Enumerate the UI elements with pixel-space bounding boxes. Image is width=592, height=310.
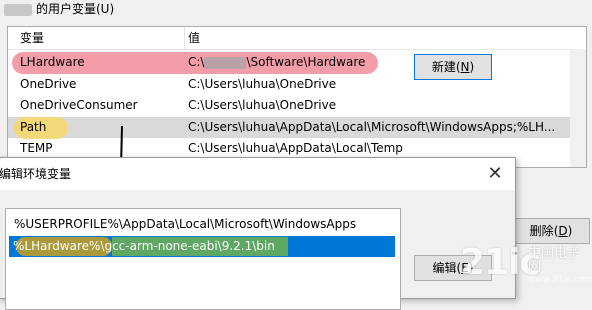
close-icon[interactable]: ✕ xyxy=(475,158,515,190)
variable-value: C:\Users\luhua\OneDrive xyxy=(188,98,337,112)
dialog-title: 编辑环境变量 xyxy=(0,167,72,181)
variable-name: OneDriveConsumer xyxy=(20,98,138,112)
path-entry[interactable]: %USERPROFILE%\AppData\Local\Microsoft\Wi… xyxy=(6,213,356,235)
watermark-subtitle: 中国电子网 xyxy=(528,246,581,275)
user-variables-list[interactable]: 变量 值 LHardware C:\ \Software\Hardware One… xyxy=(7,26,587,168)
vertical-scrollbar[interactable] xyxy=(570,49,586,167)
redacted-path xyxy=(204,56,247,69)
watermark-url: www.21ic.com xyxy=(528,275,592,285)
variable-name: OneDrive xyxy=(20,77,77,91)
variable-name: TEMP xyxy=(20,141,53,155)
list-item[interactable]: TEMP C:\Users\luhua\AppData\Local\Temp xyxy=(8,138,586,159)
column-header-variable[interactable]: 变量 xyxy=(20,30,44,46)
dialog-titlebar[interactable]: 编辑环境变量 ✕ xyxy=(0,158,515,190)
path-entry-input[interactable]: %LHardware%\gcc-arm-none-eabi\9.2.1\bin xyxy=(13,237,275,256)
new-button[interactable]: 新建(N) xyxy=(414,54,492,80)
list-item[interactable]: OneDriveConsumer C:\Users\luhua\OneDrive xyxy=(8,95,586,116)
variable-value: C:\Users\luhua\AppData\Local\Microsoft\W… xyxy=(188,120,556,134)
list-item-selected[interactable]: Path C:\Users\luhua\AppData\Local\Micros… xyxy=(8,117,586,139)
variable-name: Path xyxy=(20,120,47,134)
variable-value: C:\Users\luhua\OneDrive xyxy=(188,77,337,91)
redacted-username xyxy=(4,3,32,16)
path-entry-editing[interactable]: %LHardware%\gcc-arm-none-eabi\9.2.1\bin xyxy=(9,236,395,257)
column-header-value[interactable]: 值 xyxy=(188,30,200,46)
variable-value: C:\ \Software\Hardware xyxy=(188,55,366,69)
dialog-body: %USERPROFILE%\AppData\Local\Microsoft\Wi… xyxy=(0,190,515,310)
list-item[interactable]: OneDrive C:\Users\luhua\OneDrive xyxy=(8,74,586,95)
list-header: 变量 值 xyxy=(8,27,586,50)
group-title: 的用户变量(U) xyxy=(0,0,114,18)
path-entries-list[interactable]: %USERPROFILE%\AppData\Local\Microsoft\Wi… xyxy=(5,208,401,310)
variable-value: C:\Users\luhua\AppData\Local\Temp xyxy=(188,141,403,155)
list-item[interactable]: LHardware C:\ \Software\Hardware xyxy=(8,52,586,73)
variable-name: LHardware xyxy=(20,55,85,69)
column-divider[interactable] xyxy=(184,27,185,49)
